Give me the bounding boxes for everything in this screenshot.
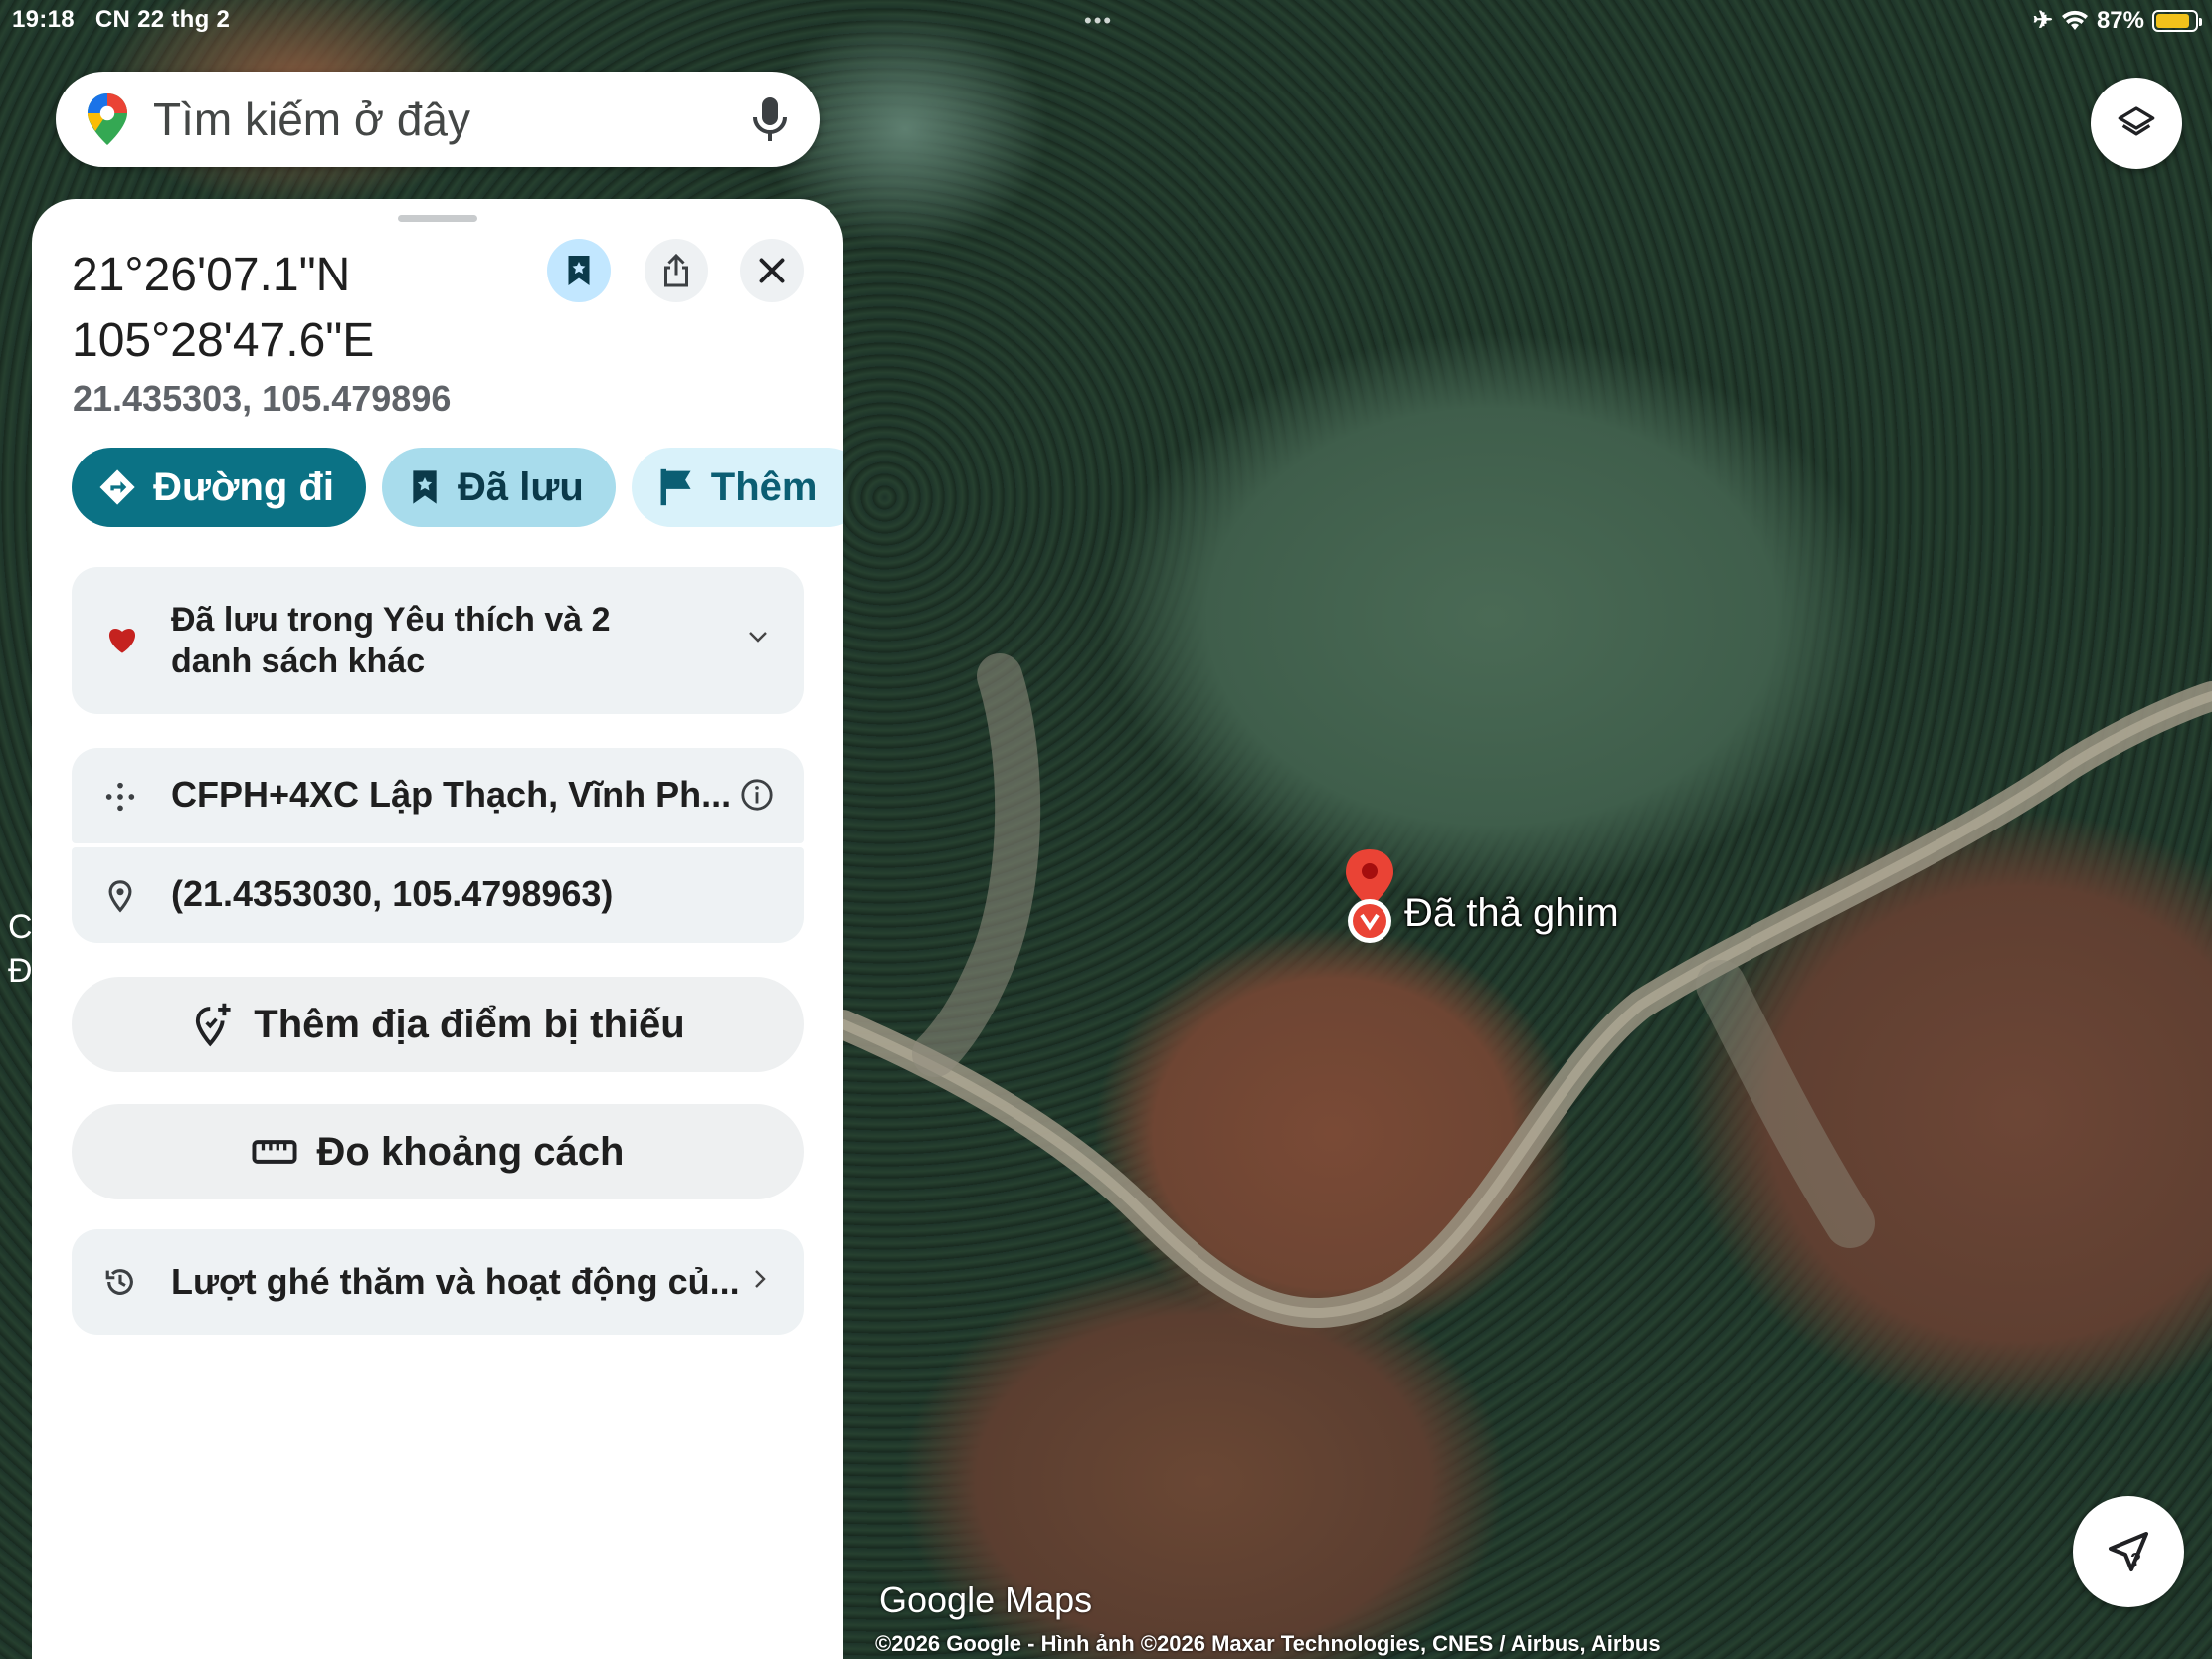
search-input[interactable]: Tìm kiếm ở đây — [153, 92, 750, 146]
wifi-icon — [2061, 10, 2088, 30]
add-place-icon — [196, 1003, 231, 1047]
visits-activity-row[interactable]: Lượt ghé thăm và hoạt động củ... — [72, 1229, 804, 1335]
panel-drag-handle[interactable] — [398, 215, 477, 222]
multitasking-dots[interactable]: ••• — [1084, 8, 1113, 34]
status-bar-left: 19:18 CN 22 thg 2 — [12, 6, 230, 34]
ruler-icon — [252, 1140, 297, 1164]
bookmark-button[interactable] — [547, 239, 611, 302]
directions-icon — [99, 469, 135, 505]
airplane-icon: ✈ — [2032, 7, 2053, 34]
coordinates-row[interactable]: (21.4353030, 105.4798963) — [72, 847, 804, 943]
info-icon[interactable] — [740, 778, 774, 812]
place-title: 21°26'07.1"N 105°28'47.6"E — [72, 243, 374, 374]
dropped-pin-label: Đã thả ghim — [1404, 891, 1619, 935]
google-maps-logo: Google Maps — [879, 1579, 1093, 1620]
svg-text:?: ? — [2130, 1550, 2141, 1569]
status-date: CN 22 thg 2 — [94, 6, 231, 33]
battery-percent: 87% — [2096, 6, 2144, 34]
visits-text: Lượt ghé thăm và hoạt động củ... — [171, 1261, 740, 1302]
add-missing-place-button[interactable]: Thêm địa điểm bị thiếu — [72, 977, 804, 1072]
measure-distance-button[interactable]: Đo khoảng cách — [72, 1104, 804, 1199]
add-label-button[interactable]: Thêm — [631, 448, 843, 527]
saved-button[interactable]: Đã lưu — [382, 448, 616, 527]
saved-label: Đã lưu — [458, 464, 584, 509]
layers-icon — [2118, 106, 2155, 136]
navigation-help-button[interactable]: ? — [2073, 1496, 2184, 1607]
battery-icon — [2152, 9, 2202, 32]
map-edge-label: C — [8, 908, 33, 946]
title-latitude: 21°26'07.1"N — [72, 249, 351, 301]
directions-button[interactable]: Đường đi — [72, 448, 366, 527]
decimal-coordinates: 21.435303, 105.479896 — [73, 378, 452, 419]
close-icon — [759, 258, 785, 283]
status-bar-right: ✈ 87% — [2032, 6, 2202, 35]
chevron-down-icon — [749, 632, 767, 643]
map-edge-labels: C Đ — [8, 905, 33, 993]
chevron-right-icon — [755, 1270, 766, 1288]
place-details-panel: 21°26'07.1"N 105°28'47.6"E 21.435303, 10… — [32, 199, 843, 1659]
plus-code-row[interactable]: CFPH+4XC Lập Thạch, Vĩnh Ph... — [72, 748, 804, 843]
status-time: 19:18 — [12, 6, 75, 33]
saved-lists-card[interactable]: Đã lưu trong Yêu thích và 2 danh sách kh… — [72, 567, 804, 714]
battery-fill — [2156, 13, 2190, 28]
location-pin-icon — [108, 880, 132, 913]
map-copyright: ©2026 Google - Hình ảnh ©2026 Maxar Tech… — [875, 1631, 1661, 1656]
share-button[interactable] — [645, 239, 708, 302]
plus-code-text: CFPH+4XC Lập Thạch, Vĩnh Ph... — [171, 774, 732, 815]
close-button[interactable] — [740, 239, 804, 302]
add-place-label: Thêm địa điểm bị thiếu — [254, 1002, 685, 1046]
search-bar[interactable]: Tìm kiếm ở đây — [56, 72, 820, 167]
bookmark-icon — [413, 470, 437, 504]
flag-icon — [660, 468, 691, 506]
map-edge-label: Đ — [8, 952, 33, 990]
dropped-pin-icon[interactable] — [1342, 847, 1397, 947]
title-longitude: 105°28'47.6"E — [72, 314, 375, 367]
measure-label: Đo khoảng cách — [316, 1129, 625, 1174]
history-icon — [105, 1269, 133, 1295]
mic-icon[interactable] — [750, 95, 790, 143]
more-label: Thêm — [710, 464, 818, 509]
coordinates-text: (21.4353030, 105.4798963) — [171, 873, 614, 914]
compass-icon: ? — [2109, 1532, 2148, 1571]
bookmark-icon — [568, 256, 590, 285]
directions-label: Đường đi — [153, 464, 334, 509]
share-icon — [664, 253, 688, 287]
heart-icon — [108, 628, 136, 653]
layers-button[interactable] — [2091, 78, 2182, 169]
google-maps-pin-icon — [88, 93, 127, 145]
plus-code-icon — [105, 782, 135, 812]
saved-lists-text: Đã lưu trong Yêu thích và 2 danh sách kh… — [171, 601, 611, 680]
action-chips: Đường đi Đã lưu Thêm — [72, 448, 843, 529]
